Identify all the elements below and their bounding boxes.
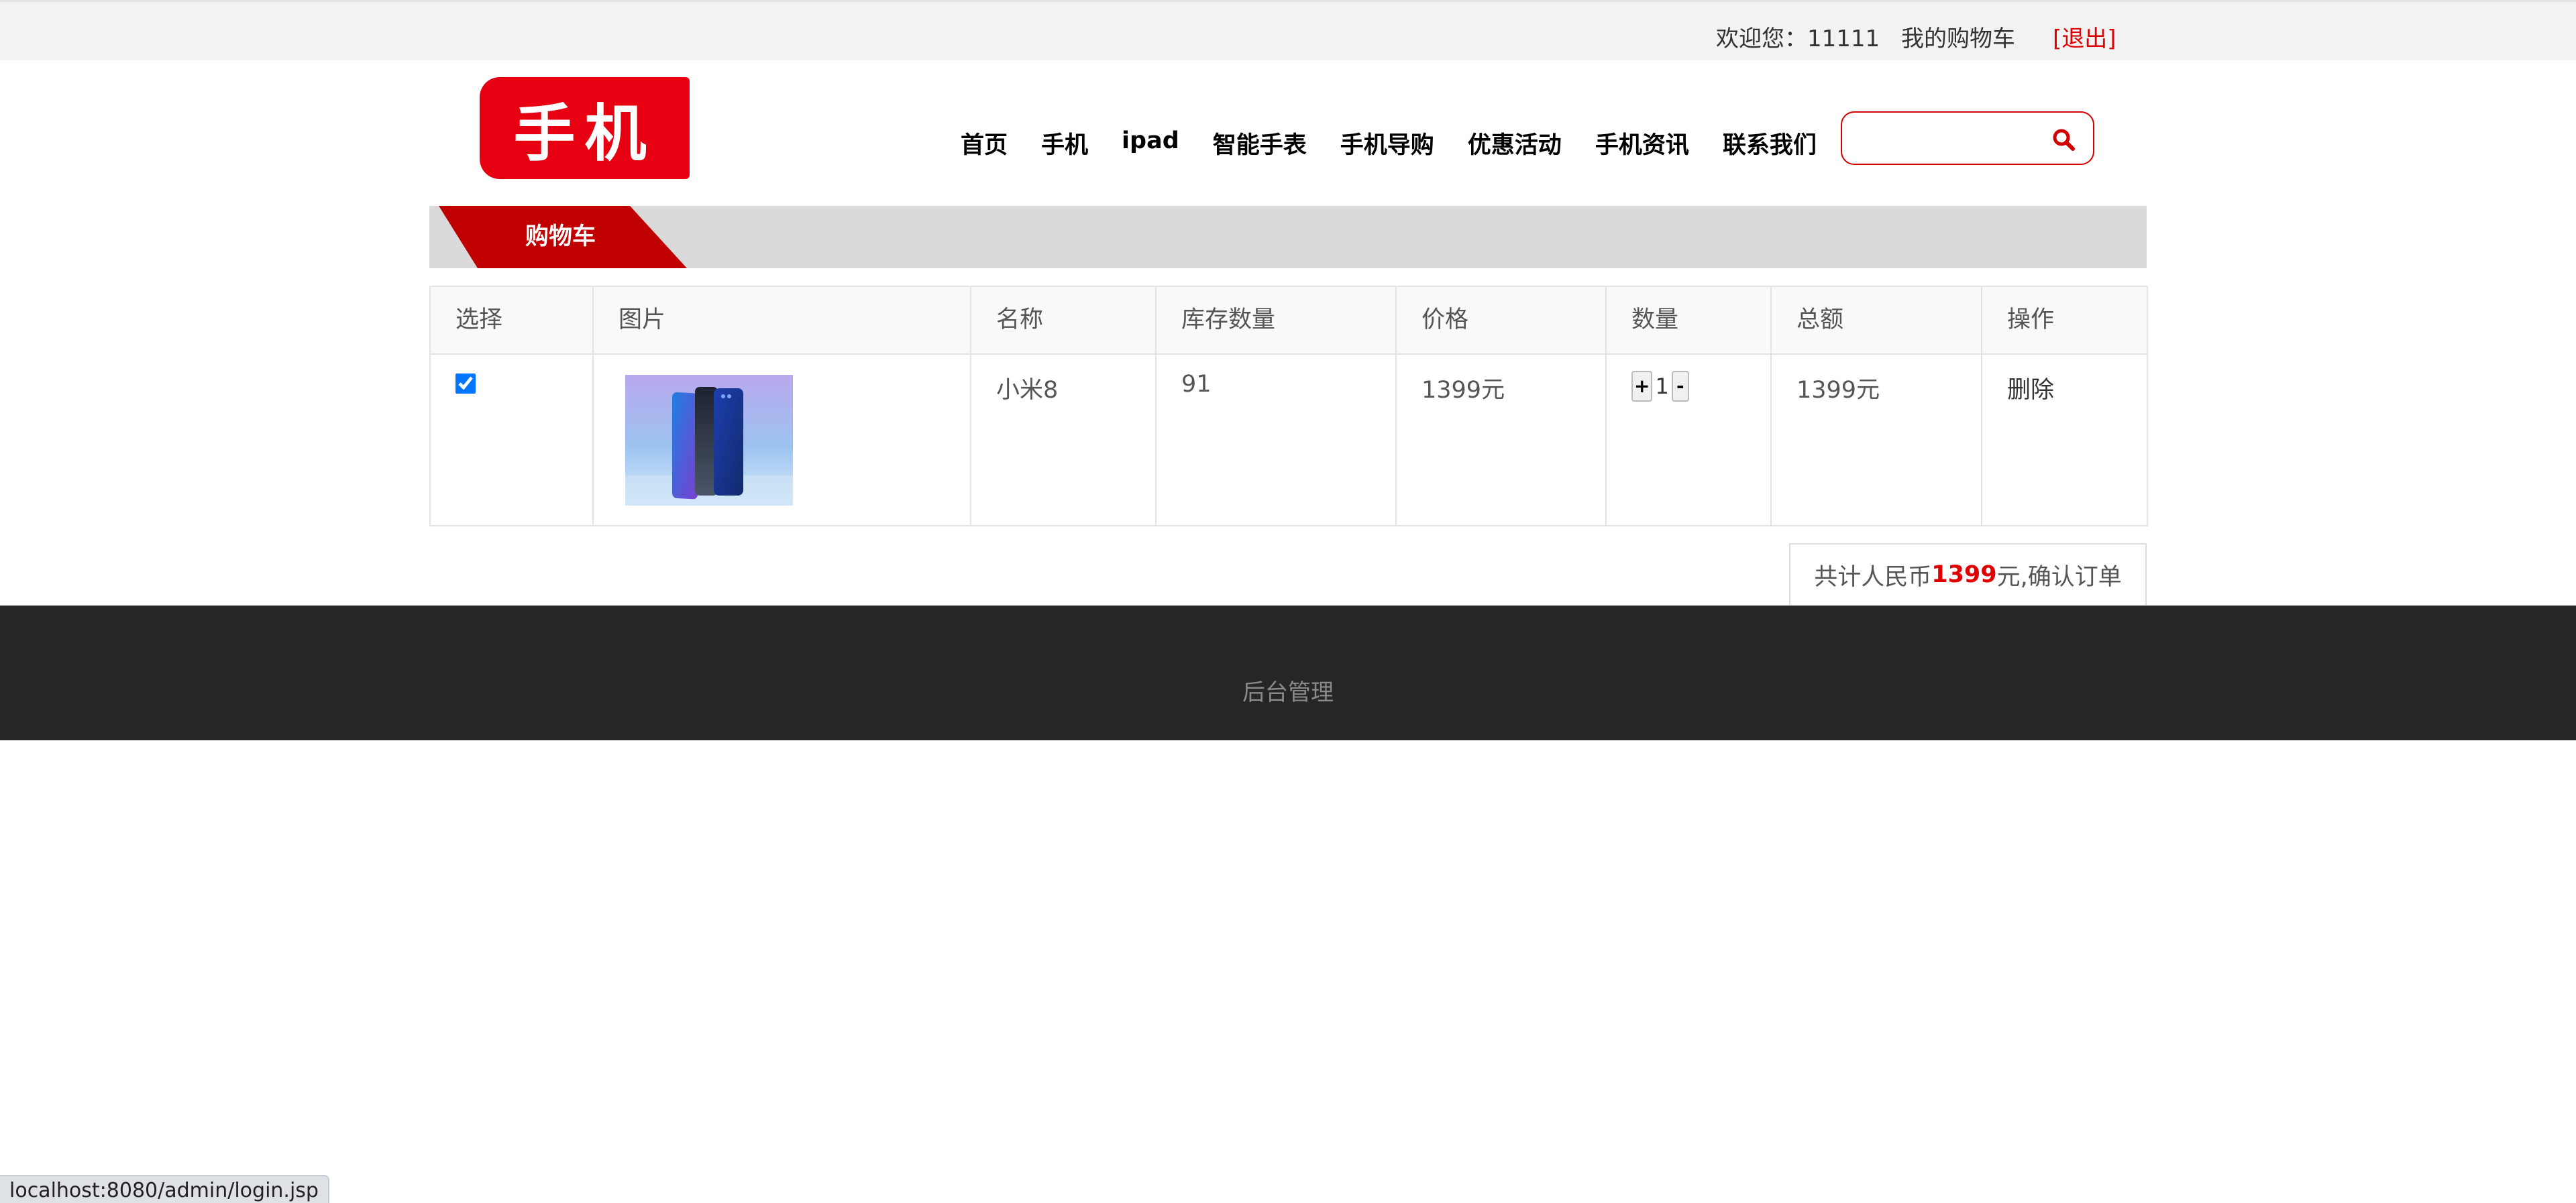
status-bar-url: localhost:8080/admin/login.jsp (0, 1175, 329, 1203)
name-cell: 小米8 (970, 353, 1157, 526)
logout-link[interactable]: [退出] (2053, 20, 2116, 53)
total-amount: 1399 (1931, 561, 1997, 588)
product-image[interactable] (625, 375, 793, 506)
select-cell (429, 353, 594, 526)
col-header-name: 名称 (970, 286, 1157, 355)
col-header-stock: 库存数量 (1155, 286, 1397, 355)
nav-item-ipad[interactable]: ipad (1122, 127, 1179, 154)
delete-link[interactable]: 删除 (2007, 377, 2054, 404)
item-select-checkbox[interactable] (455, 374, 476, 394)
col-header-quantity: 数量 (1605, 286, 1772, 355)
nav-item-home[interactable]: 首页 (961, 126, 1008, 160)
col-header-price: 价格 (1395, 286, 1607, 355)
nav-item-phone[interactable]: 手机 (1041, 126, 1088, 160)
nav-item-guide[interactable]: 手机导购 (1340, 126, 1434, 160)
username: 11111 (1807, 25, 1880, 52)
total-cell: 1399元 (1770, 353, 1982, 526)
welcome-text: 欢迎您：11111 (1716, 20, 1880, 53)
quantity-value: 1 (1655, 374, 1669, 399)
footer: 后台管理 (0, 606, 2576, 740)
total-prefix: 共计人民币 (1814, 563, 1932, 591)
col-header-total: 总额 (1770, 286, 1982, 355)
nav-item-contact[interactable]: 联系我们 (1723, 126, 1817, 160)
my-cart-link[interactable]: 我的购物车 (1901, 20, 2015, 53)
col-header-action: 操作 (1981, 286, 2148, 355)
confirm-order-button[interactable]: 共计人民币 1399 元,确认订单 (1789, 543, 2147, 605)
nav-item-promotions[interactable]: 优惠活动 (1468, 126, 1562, 160)
site-logo[interactable]: 手机 (480, 77, 690, 179)
table-header-row: 选择 图片 名称 库存数量 价格 数量 总额 操作 (429, 286, 2148, 355)
col-header-select: 选择 (429, 286, 594, 355)
section-title: 购物车 (525, 223, 596, 250)
cart-table: 选择 图片 名称 库存数量 价格 数量 总额 操作 小米8 91 1399元 +… (429, 286, 2148, 526)
quantity-decrease-button[interactable]: - (1671, 371, 1689, 402)
top-bar: 欢迎您：11111 我的购物车 [退出] (0, 0, 2576, 60)
nav-item-smartwatch[interactable]: 智能手表 (1213, 126, 1307, 160)
admin-link[interactable]: 后台管理 (0, 674, 2576, 707)
welcome-label: 欢迎您： (1716, 25, 1807, 52)
search-input[interactable] (1856, 121, 2039, 157)
search-icon[interactable] (2051, 127, 2076, 152)
image-cell (592, 353, 971, 526)
section-header-bar: 购物车 (429, 206, 2147, 268)
total-suffix: 元,确认订单 (1996, 563, 2122, 591)
col-header-image: 图片 (592, 286, 971, 355)
nav-item-news[interactable]: 手机资讯 (1595, 126, 1689, 160)
main-nav: 首页 手机 ipad 智能手表 手机导购 优惠活动 手机资讯 联系我们 (961, 126, 1817, 160)
price-cell: 1399元 (1395, 353, 1607, 526)
action-cell: 删除 (1981, 353, 2148, 526)
quantity-cell: + 1 - (1605, 353, 1772, 526)
quantity-increase-button[interactable]: + (1631, 371, 1653, 402)
table-row: 小米8 91 1399元 + 1 - 1399元 删除 (429, 353, 2148, 526)
search-box (1841, 111, 2094, 165)
quantity-stepper: + 1 - (1631, 371, 1689, 402)
stock-cell: 91 (1155, 353, 1397, 526)
